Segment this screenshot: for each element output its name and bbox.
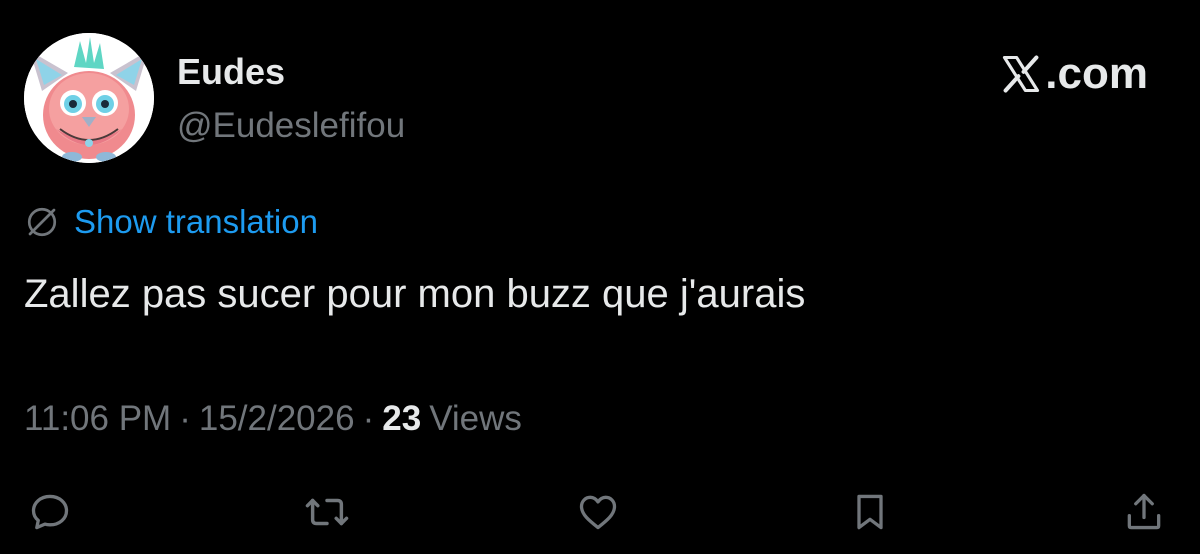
tweet-meta: 11:06 PM · 15/2/2026 · 23 Views <box>24 397 522 441</box>
heart-icon <box>579 495 617 530</box>
bookmark-button[interactable] <box>844 486 896 538</box>
furby-avatar-image <box>24 33 154 163</box>
tweet-text: Zallez pas sucer pour mon buzz que j'aur… <box>24 272 806 316</box>
views-count[interactable]: 23 <box>382 399 421 438</box>
author-handle[interactable]: @Eudeslefifou <box>177 106 405 146</box>
action-bar <box>0 486 1200 538</box>
share-icon <box>1127 493 1161 530</box>
reply-button[interactable] <box>24 486 76 538</box>
meta-separator: · <box>179 399 191 438</box>
globe-slash-icon <box>27 207 57 237</box>
avatar[interactable] <box>24 33 154 163</box>
meta-separator: · <box>362 399 375 438</box>
retweet-icon <box>305 498 349 526</box>
show-translation-label[interactable]: Show translation <box>74 202 318 242</box>
brand-label: .com <box>1045 49 1148 98</box>
share-button[interactable] <box>1118 486 1170 538</box>
retweet-button[interactable] <box>301 486 353 538</box>
tweet-time[interactable]: 11:06 PM <box>24 399 171 438</box>
tweet-date[interactable]: 15/2/2026 <box>199 399 355 438</box>
reply-icon <box>31 494 69 530</box>
x-logo-icon <box>1003 55 1040 93</box>
like-button[interactable] <box>572 486 624 538</box>
author-display-name[interactable]: Eudes <box>177 52 285 92</box>
bookmark-icon <box>857 494 883 530</box>
show-translation-link[interactable]: Show translation <box>24 202 318 242</box>
tweet-card: Eudes @Eudeslefifou .com Show translatio… <box>0 0 1200 554</box>
brand-watermark: .com <box>999 50 1148 98</box>
views-label[interactable]: Views <box>429 399 522 438</box>
